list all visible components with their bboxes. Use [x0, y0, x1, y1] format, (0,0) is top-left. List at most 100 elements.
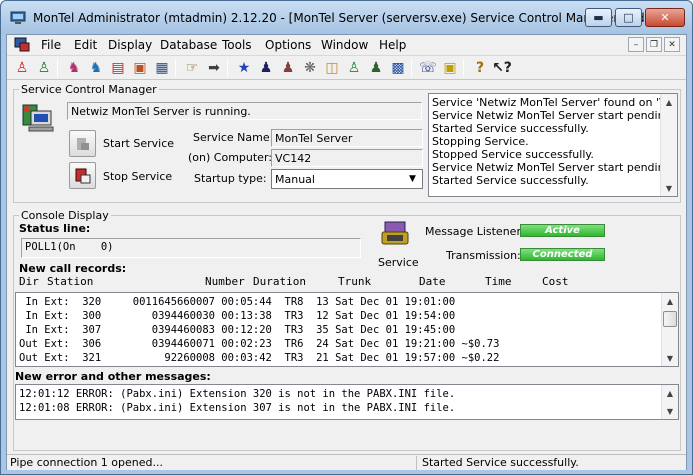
- error-messages-list[interactable]: 12:01:12 ERROR: (Pabx.ini) Extension 320…: [15, 384, 679, 420]
- service-control-title: Service Control Manager: [19, 83, 159, 96]
- message-listener-indicator: Active: [520, 224, 605, 237]
- start-service-button[interactable]: [69, 130, 96, 157]
- call-record-row[interactable]: Out Ext: 306 0394460071 00:02:23 TR6 24 …: [16, 337, 678, 351]
- person-red-icon[interactable]: ♙: [13, 59, 31, 77]
- scroll-down-icon[interactable]: ▼: [662, 403, 678, 419]
- toolbar-separator: [463, 59, 464, 77]
- service-name-field: MonTel Server: [271, 129, 423, 147]
- service-log-box[interactable]: Service 'Netwiz MonTel Server' found on …: [428, 93, 678, 197]
- arrow-hand-icon[interactable]: ☞: [183, 59, 201, 77]
- stack-icon[interactable]: ▣: [131, 59, 149, 77]
- title-bar[interactable]: MonTel Administrator (mtadmin) 2.12.20 -…: [1, 1, 692, 34]
- door-icon[interactable]: ◫: [323, 59, 341, 77]
- service-log-scrollbar[interactable]: ▲ ▼: [660, 94, 677, 196]
- errors-label: New error and other messages:: [15, 370, 211, 383]
- service-log-line: Service Netwiz MonTel Server start pendi…: [432, 161, 676, 174]
- col-date: Date: [419, 275, 446, 288]
- stop-service-label[interactable]: Stop Service: [103, 170, 172, 183]
- scroll-up-icon[interactable]: ▲: [662, 293, 678, 309]
- help-icon[interactable]: ?: [471, 59, 489, 77]
- call-record-row[interactable]: Out Ext: 321 92260008 00:03:42 TR3 21 Sa…: [16, 351, 678, 365]
- menu-database[interactable]: Database: [160, 38, 217, 52]
- error-message-row[interactable]: 12:01:12 ERROR: (Pabx.ini) Extension 320…: [16, 387, 678, 401]
- minimize-button[interactable]: ▬: [585, 8, 612, 27]
- call-record-row[interactable]: In Ext: 320 0011645660007 00:05:44 TR8 1…: [16, 295, 678, 309]
- service-log-line: Stopping Service.: [432, 135, 529, 148]
- computer-label: (on) Computer:: [188, 151, 272, 164]
- stop-service-button[interactable]: [69, 162, 96, 189]
- document-window-icon[interactable]: [14, 37, 30, 52]
- cards-icon[interactable]: ▤: [109, 59, 127, 77]
- network-icon[interactable]: ❋: [301, 59, 319, 77]
- menu-display[interactable]: Display: [108, 38, 152, 52]
- menu-edit[interactable]: Edit: [74, 38, 97, 52]
- context-help-icon[interactable]: ↖?: [492, 59, 512, 77]
- close-button[interactable]: ✕: [645, 8, 685, 27]
- service-name-label: Service Name:: [193, 131, 274, 144]
- call-record-row[interactable]: In Ext: 307 0394460083 00:12:20 TR3 35 S…: [16, 323, 678, 337]
- toolbar-separator: [57, 59, 58, 77]
- col-cost: Cost: [542, 275, 569, 288]
- message-listener-label: Message Listener:: [425, 225, 525, 238]
- call-record-row[interactable]: In Ext: 300 0394460030 00:13:38 TR3 12 S…: [16, 309, 678, 323]
- call-records-list[interactable]: In Ext: 320 0011645660007 00:05:44 TR8 1…: [15, 292, 679, 367]
- service-log-line: Service Netwiz MonTel Server start pendi…: [432, 109, 676, 122]
- toolbar: ♙ ♙ ♞ ♞ ▤ ▣ ▦ ☞ ➡ ★ ♟ ♟ ❋ ◫ ♙ ♟ ▩ ☏ ▣ ? …: [7, 55, 686, 80]
- maximize-icon: □: [623, 11, 634, 24]
- scroll-thumb[interactable]: [663, 311, 677, 327]
- new-call-records-label: New call records:: [19, 262, 127, 275]
- minimize-icon: –: [633, 39, 639, 50]
- family-icon[interactable]: ♟: [279, 59, 297, 77]
- status-bar-left: Pipe connection 1 opened...: [7, 456, 417, 470]
- scroll-down-icon[interactable]: ▼: [662, 350, 678, 366]
- person-up-icon[interactable]: ♙: [345, 59, 363, 77]
- error-message-row[interactable]: 12:01:08 ERROR: (Pabx.ini) Extension 307…: [16, 401, 678, 415]
- mdi-minimize-button[interactable]: –: [628, 37, 644, 52]
- people-icon[interactable]: ♟: [257, 59, 275, 77]
- arrow-right-icon[interactable]: ➡: [205, 59, 223, 77]
- start-service-label[interactable]: Start Service: [103, 137, 174, 150]
- status-bar: Pipe connection 1 opened... Started Serv…: [7, 454, 686, 470]
- service-label: Service: [378, 256, 419, 269]
- call-records-scrollbar[interactable]: ▲ ▼: [661, 293, 678, 366]
- mdi-client: File Edit Display Database Tools Options…: [6, 34, 687, 470]
- service-log-line: Stopped Service successfully.: [432, 148, 594, 161]
- runner-icon[interactable]: ★: [235, 59, 253, 77]
- col-duration: Duration: [253, 275, 306, 288]
- menu-window[interactable]: Window: [321, 38, 368, 52]
- server-computer-icon: [22, 104, 54, 132]
- calendar-icon[interactable]: ▦: [153, 59, 171, 77]
- service-phone-icon[interactable]: [379, 218, 413, 252]
- mdi-close-button[interactable]: ✕: [664, 37, 680, 52]
- chart-icon[interactable]: ▩: [389, 59, 407, 77]
- person-green-icon[interactable]: ♙: [35, 59, 53, 77]
- status-line-value: POLL1(On 0): [25, 241, 114, 253]
- col-trunk: Trunk: [338, 275, 372, 288]
- error-messages-scrollbar[interactable]: ▲ ▼: [661, 385, 678, 419]
- phone-icon[interactable]: ☏: [419, 59, 437, 77]
- computer-field: VC142: [271, 149, 423, 167]
- menu-options[interactable]: Options: [265, 38, 311, 52]
- scroll-down-icon[interactable]: ▼: [661, 180, 677, 196]
- service-log-line: Started Service successfully.: [432, 122, 589, 135]
- menu-bar: File Edit Display Database Tools Options…: [7, 35, 686, 54]
- col-time: Time: [485, 275, 512, 288]
- maximize-button[interactable]: □: [615, 8, 642, 27]
- menu-file[interactable]: File: [41, 38, 61, 52]
- mdi-restore-button[interactable]: ❐: [646, 37, 662, 52]
- menu-help[interactable]: Help: [379, 38, 406, 52]
- scroll-up-icon[interactable]: ▲: [662, 385, 678, 401]
- col-dir: Dir: [19, 275, 39, 288]
- message-listener-status: Active: [545, 225, 580, 236]
- card-icon[interactable]: ▣: [441, 59, 459, 77]
- startup-type-select[interactable]: Manual ▼: [271, 169, 423, 189]
- chevron-down-icon[interactable]: ▼: [405, 171, 420, 187]
- scroll-up-icon[interactable]: ▲: [661, 94, 677, 110]
- startup-type-value: Manual: [275, 173, 315, 186]
- menu-tools[interactable]: Tools: [222, 38, 252, 52]
- col-number: Number: [205, 275, 245, 288]
- team-icon[interactable]: ♟: [367, 59, 385, 77]
- users-icon[interactable]: ♞: [65, 59, 83, 77]
- console-display-title: Console Display: [19, 209, 111, 222]
- group-icon[interactable]: ♞: [87, 59, 105, 77]
